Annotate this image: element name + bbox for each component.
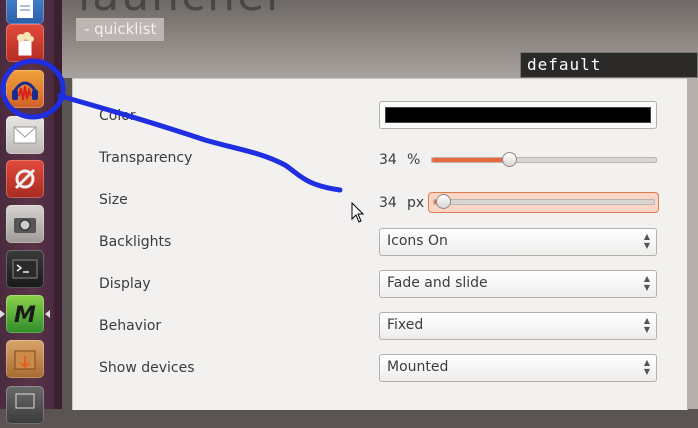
transparency-label: Transparency: [99, 150, 193, 166]
size-slider-knob[interactable]: [436, 194, 451, 209]
size-unit: px: [407, 195, 425, 211]
color-swatch: [385, 107, 651, 123]
combo-arrows-icon: ▲ ▼: [643, 274, 650, 292]
color-label: Color: [99, 108, 136, 124]
behavior-value: Fixed: [387, 317, 424, 333]
behavior-label: Behavior: [99, 318, 162, 334]
backlights-label: Backlights: [99, 234, 172, 250]
document-icon[interactable]: [6, 0, 44, 24]
panel-right-strip: [687, 78, 698, 409]
default-settings-label: default settings: [520, 52, 698, 98]
section-subtitle: - quicklist: [76, 18, 165, 41]
launcher-bar: M: [0, 0, 54, 424]
transparency-slider-fill: [432, 158, 509, 162]
combo-arrows-icon: ▲ ▼: [643, 316, 650, 334]
display-value: Fade and slide: [387, 275, 488, 291]
svg-text:M: M: [14, 303, 36, 328]
backlights-combo[interactable]: Icons On ▲ ▼: [379, 228, 657, 256]
combo-arrows-icon: ▲ ▼: [643, 358, 650, 376]
transparency-slider[interactable]: [431, 152, 657, 167]
show-devices-combo[interactable]: Mounted ▲ ▼: [379, 354, 657, 382]
package-icon[interactable]: [6, 340, 44, 378]
settings-tools-icon[interactable]: [6, 160, 44, 198]
focused-indicator-icon: [45, 310, 50, 318]
terminal-icon[interactable]: [6, 250, 44, 288]
transparency-unit: %: [407, 152, 421, 168]
color-picker-button[interactable]: [379, 101, 657, 129]
size-value: 34: [379, 195, 397, 211]
running-indicator-icon: [0, 310, 5, 318]
camera-icon[interactable]: [6, 205, 44, 243]
combo-arrows-icon: ▲ ▼: [643, 232, 650, 250]
mouse-cursor-icon: [351, 202, 365, 223]
behavior-combo[interactable]: Fixed ▲ ▼: [379, 312, 657, 340]
size-label: Size: [99, 192, 128, 208]
display-combo[interactable]: Fade and slide ▲ ▼: [379, 270, 657, 298]
launcher-edge: [54, 0, 62, 409]
show-devices-label: Show devices: [99, 360, 195, 376]
show-devices-value: Mounted: [387, 359, 449, 375]
backlights-value: Icons On: [387, 233, 448, 249]
transparency-slider-knob[interactable]: [502, 152, 517, 167]
audacity-icon[interactable]: [6, 70, 44, 108]
window-icon[interactable]: [6, 386, 44, 424]
mail-icon[interactable]: [6, 116, 44, 154]
transparency-value: 34: [379, 152, 397, 168]
size-slider[interactable]: [433, 194, 655, 209]
popcorn-icon[interactable]: [6, 24, 44, 62]
m-app-icon[interactable]: M: [6, 295, 44, 333]
display-label: Display: [99, 276, 151, 292]
